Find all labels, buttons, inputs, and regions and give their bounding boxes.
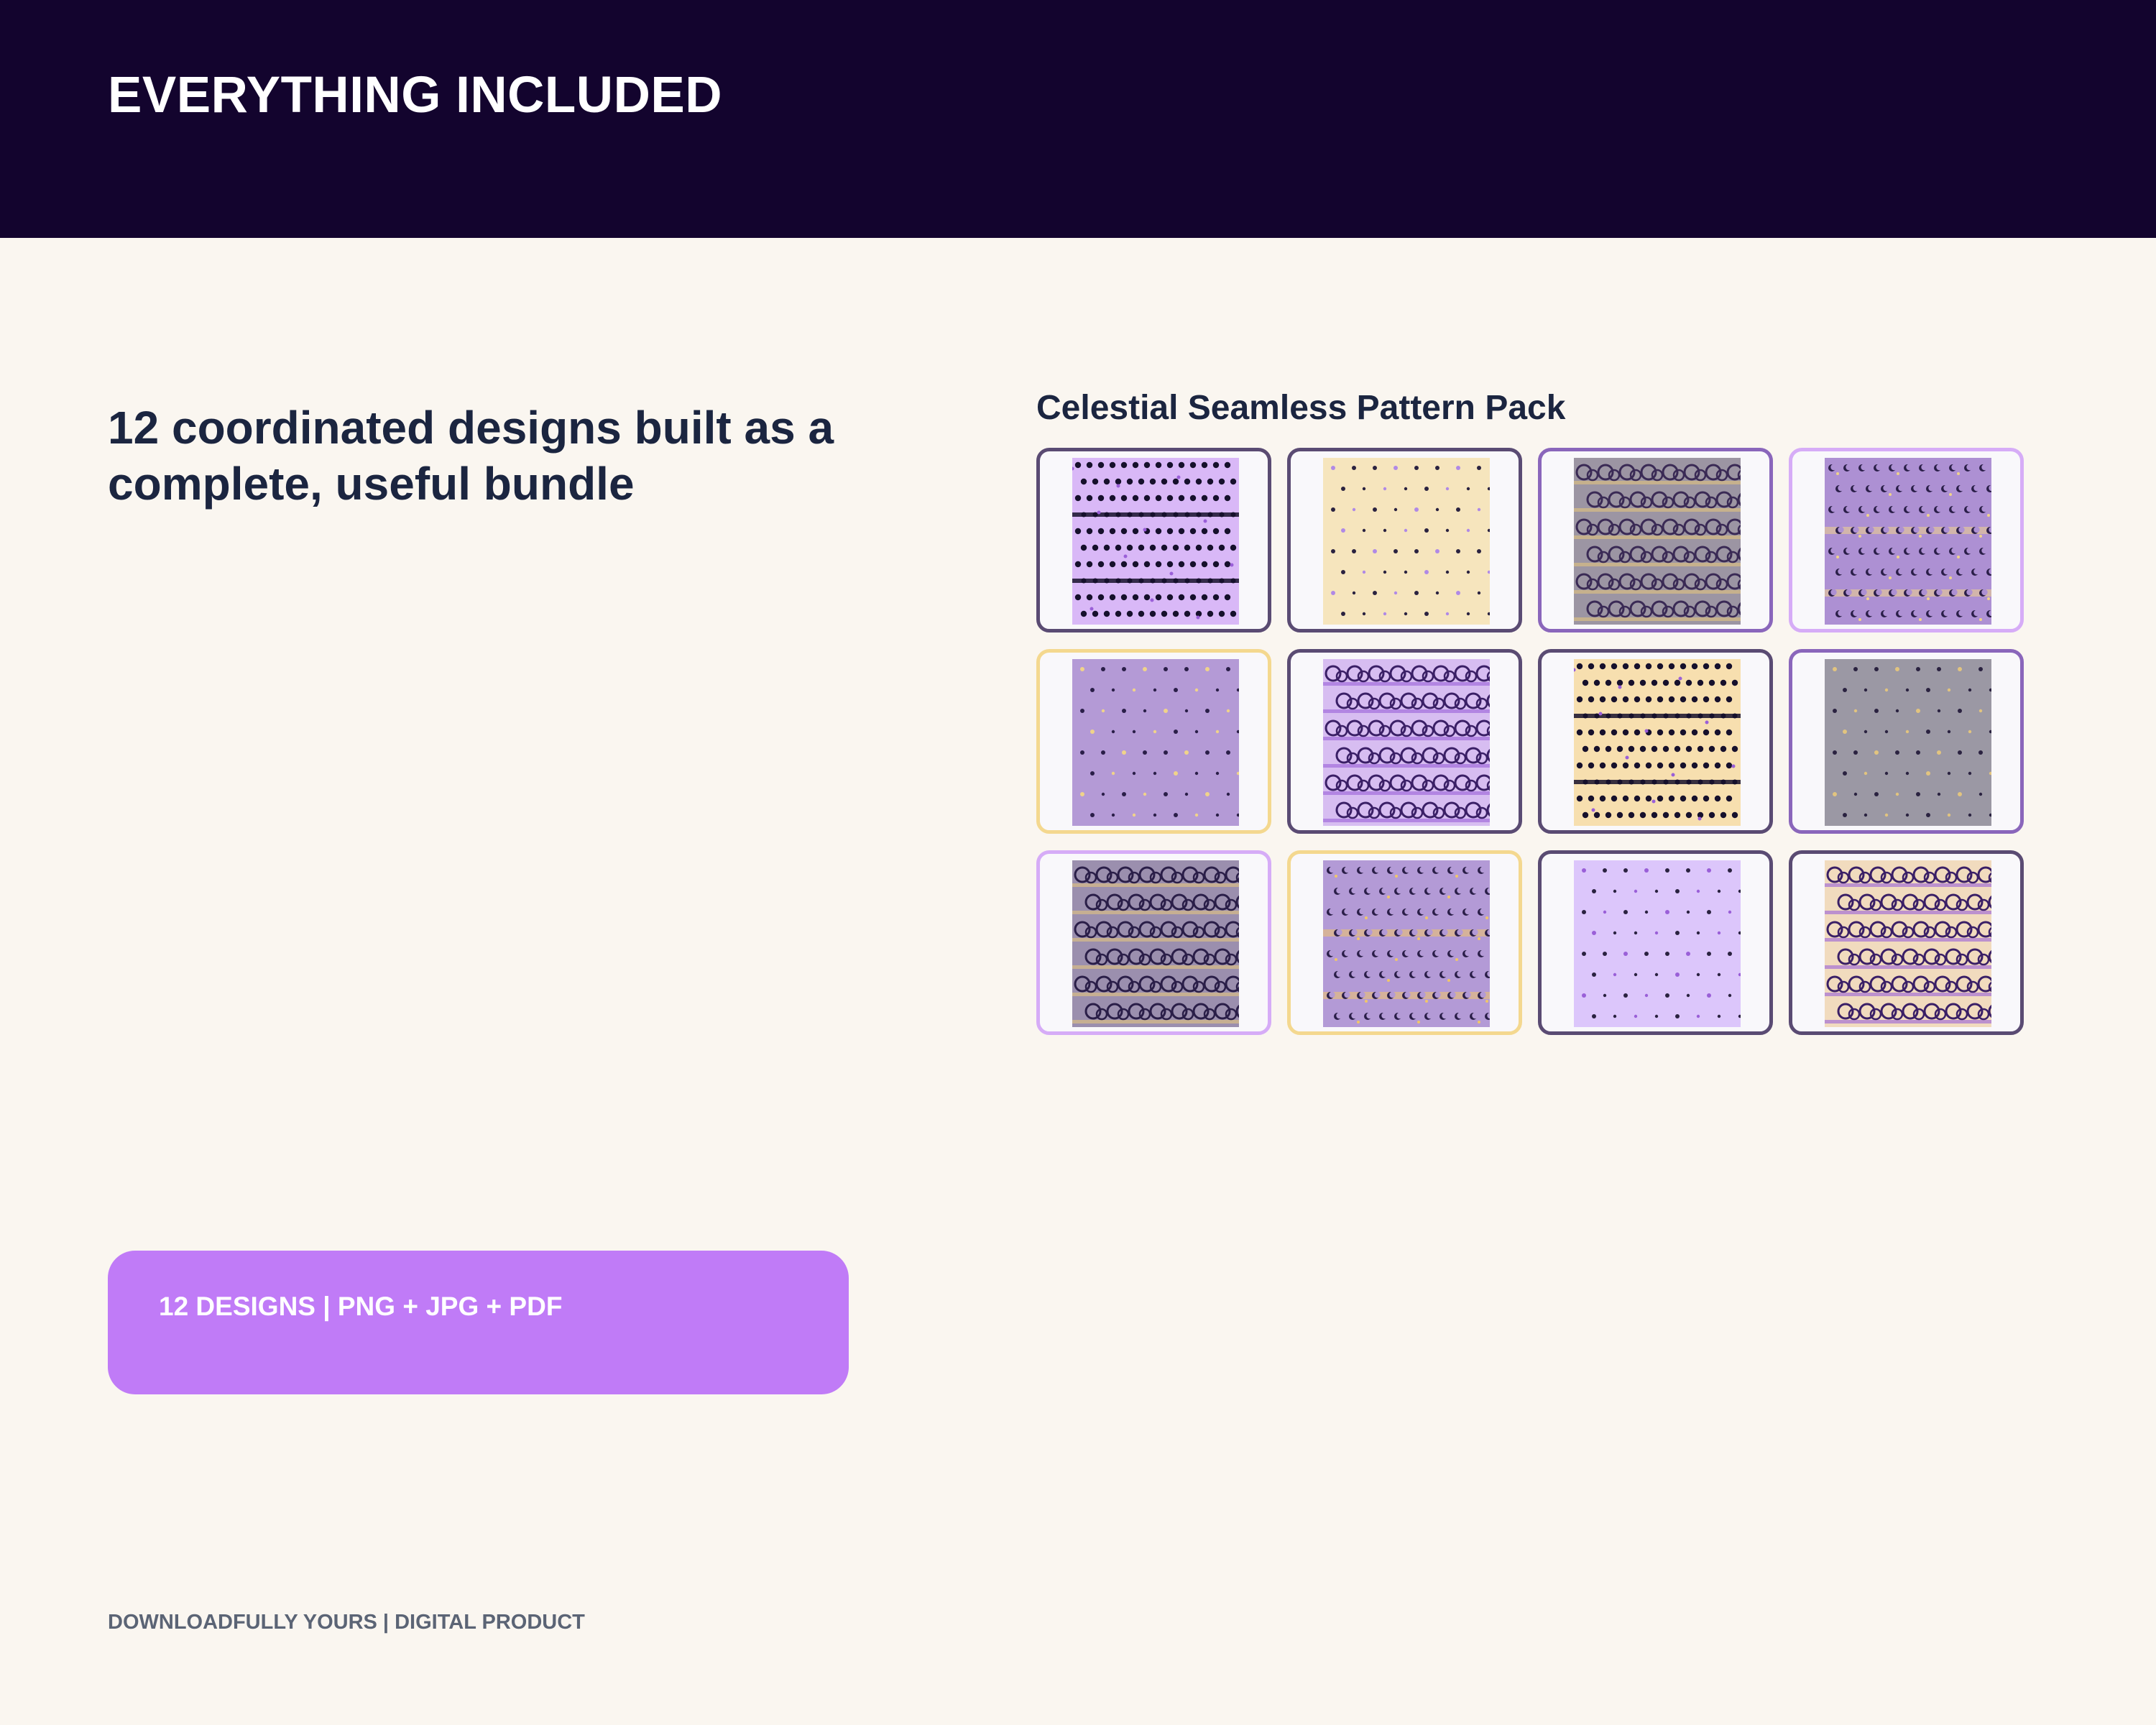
pattern-card[interactable] bbox=[1538, 649, 1773, 834]
pattern-grid bbox=[1036, 448, 2025, 1035]
pattern-swatch bbox=[1072, 458, 1239, 625]
headline: 12 coordinated designs built as a comple… bbox=[108, 402, 834, 510]
pattern-card[interactable] bbox=[1538, 850, 1773, 1035]
pattern-swatch bbox=[1323, 458, 1490, 625]
pattern-card[interactable] bbox=[1036, 850, 1271, 1035]
pattern-card[interactable] bbox=[1036, 448, 1271, 632]
pattern-card[interactable] bbox=[1287, 850, 1522, 1035]
pattern-card[interactable] bbox=[1789, 649, 2024, 834]
pattern-swatch bbox=[1825, 659, 1991, 826]
pattern-card[interactable] bbox=[1789, 850, 2024, 1035]
pattern-card[interactable] bbox=[1789, 448, 2024, 632]
pattern-swatch bbox=[1574, 659, 1741, 826]
header-banner: EVERYTHING INCLUDED bbox=[0, 0, 2156, 238]
pattern-swatch bbox=[1825, 458, 1991, 625]
pattern-card[interactable] bbox=[1538, 448, 1773, 632]
pattern-swatch bbox=[1825, 860, 1991, 1027]
pattern-card[interactable] bbox=[1287, 448, 1522, 632]
pattern-swatch bbox=[1574, 458, 1741, 625]
format-badge: 12 DESIGNS | PNG + JPG + PDF bbox=[108, 1251, 849, 1394]
pattern-swatch bbox=[1323, 860, 1490, 1027]
pattern-swatch bbox=[1072, 659, 1239, 826]
format-label: 12 DESIGNS | PNG + JPG + PDF bbox=[159, 1292, 563, 1321]
pattern-swatch bbox=[1323, 659, 1490, 826]
pattern-swatch bbox=[1574, 860, 1741, 1027]
pack-title: Celestial Seamless Pattern Pack bbox=[1036, 389, 1566, 427]
pattern-card[interactable] bbox=[1036, 649, 1271, 834]
footer-brand: DOWNLOADFULLY YOURS | DIGITAL PRODUCT bbox=[108, 1611, 585, 1634]
pattern-swatch bbox=[1072, 860, 1239, 1027]
header-title: EVERYTHING INCLUDED bbox=[108, 67, 722, 124]
pattern-card[interactable] bbox=[1287, 649, 1522, 834]
